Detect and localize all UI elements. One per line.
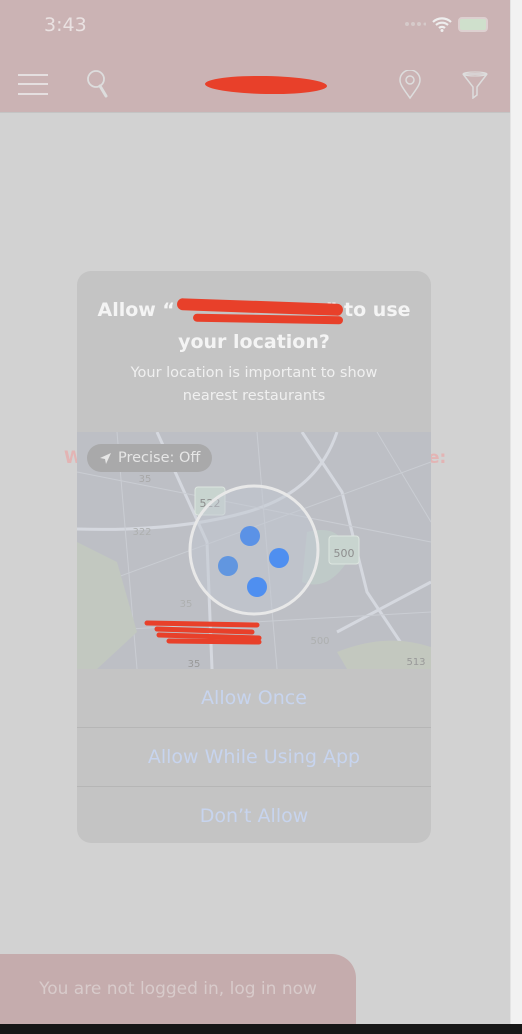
dialog-title-line2: your location? xyxy=(178,331,330,353)
map-label: 35 xyxy=(139,474,152,485)
location-pin-icon[interactable] xyxy=(398,70,422,100)
battery-charging-icon xyxy=(458,16,488,32)
location-map: 522 35 322 500 35 500 513 35 Precise: Of… xyxy=(77,432,431,669)
dont-allow-button[interactable]: Don’t Allow xyxy=(77,786,431,843)
map-label: 500 xyxy=(334,547,355,560)
filter-icon[interactable] xyxy=(462,71,488,99)
map-label: 322 xyxy=(132,527,151,538)
location-dot xyxy=(218,556,238,576)
app-logo-redacted xyxy=(204,74,328,96)
window-edge xyxy=(510,0,522,1024)
dialog-message: Your location is important to show neare… xyxy=(130,365,378,404)
bottom-bar xyxy=(0,1024,522,1034)
location-dot xyxy=(247,577,267,597)
cellular-icon xyxy=(405,22,426,26)
menu-icon[interactable] xyxy=(18,72,48,96)
map-label: 35 xyxy=(188,659,201,669)
map-label: 35 xyxy=(180,599,193,610)
app-screen: 3:43 W e: Allow “” to use your location?… xyxy=(0,0,510,1024)
status-icons xyxy=(404,16,488,32)
wifi-icon xyxy=(432,17,452,32)
map-label: 513 xyxy=(406,657,425,668)
status-time: 3:43 xyxy=(44,14,87,36)
app-name-redacted xyxy=(192,313,344,325)
location-dot xyxy=(269,548,289,568)
top-bar: 3:43 xyxy=(0,0,510,113)
location-arrow-icon xyxy=(100,452,111,464)
place-name-redacted xyxy=(144,620,262,645)
precise-label: Precise: Off xyxy=(118,450,201,466)
precise-toggle[interactable]: Precise: Off xyxy=(87,444,213,472)
location-dot xyxy=(240,526,260,546)
search-icon[interactable] xyxy=(86,68,110,100)
map-label: 500 xyxy=(310,636,329,647)
location-permission-dialog: Allow “” to use your location? Your loca… xyxy=(77,271,431,843)
allow-while-using-button[interactable]: Allow While Using App xyxy=(77,727,431,785)
allow-once-button[interactable]: Allow Once xyxy=(77,669,431,727)
login-banner-text: You are not logged in, log in now xyxy=(39,979,317,999)
login-banner[interactable]: You are not logged in, log in now xyxy=(0,954,356,1024)
